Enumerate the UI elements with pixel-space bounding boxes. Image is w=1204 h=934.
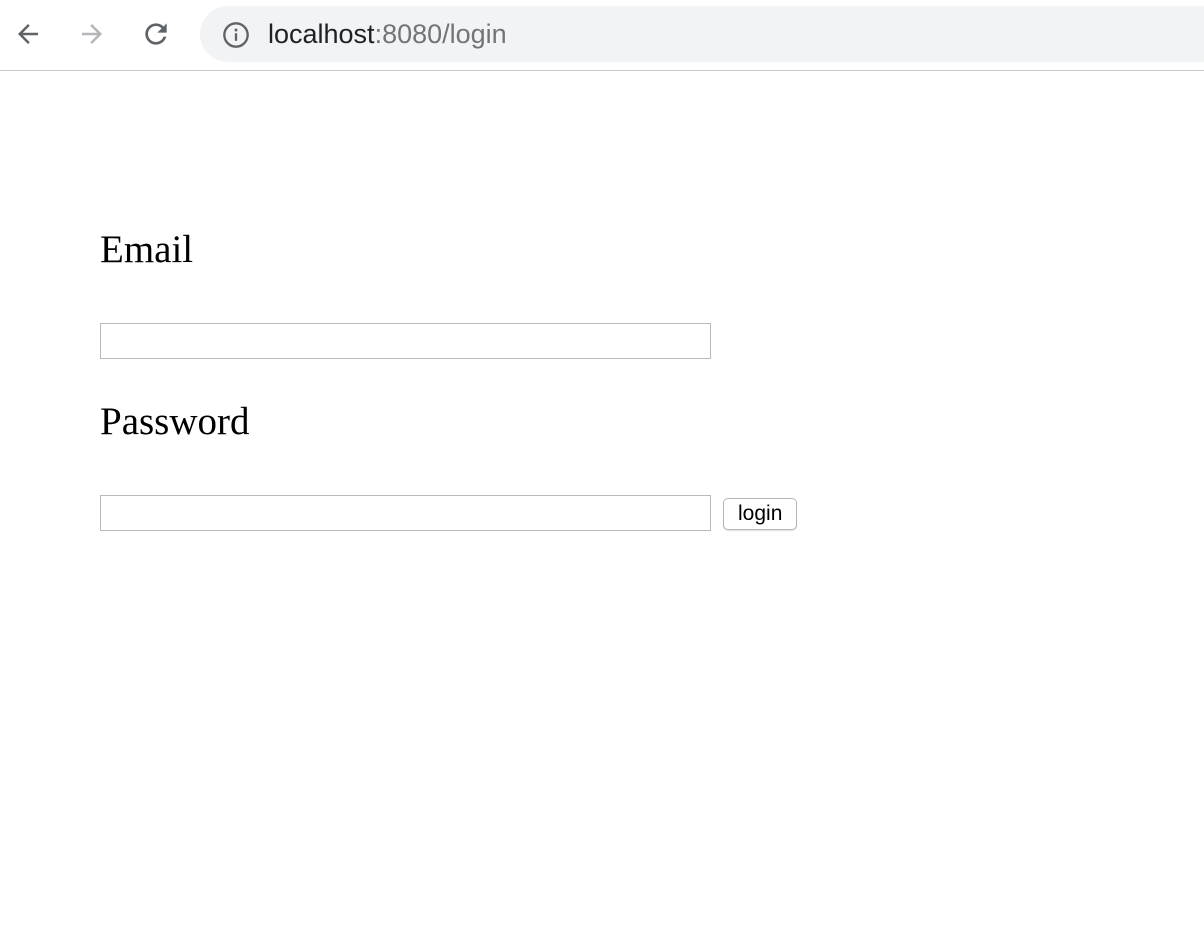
back-button[interactable] bbox=[12, 18, 44, 50]
email-label: Email bbox=[100, 228, 194, 271]
browser-toolbar: localhost:8080/login bbox=[0, 0, 1204, 71]
url-host: localhost bbox=[268, 19, 375, 49]
reload-button[interactable] bbox=[140, 18, 172, 50]
arrow-right-icon bbox=[82, 24, 102, 44]
forward-button[interactable] bbox=[76, 18, 108, 50]
email-field[interactable] bbox=[100, 323, 711, 359]
address-bar[interactable]: localhost:8080/login bbox=[200, 6, 1204, 62]
password-label: Password bbox=[100, 400, 250, 443]
password-field[interactable] bbox=[100, 495, 711, 531]
login-button[interactable]: login bbox=[723, 498, 798, 530]
reload-icon bbox=[145, 23, 167, 45]
login-page: Email Password login bbox=[0, 72, 1204, 934]
url-text[interactable]: localhost:8080/login bbox=[268, 18, 507, 50]
info-circle-icon[interactable] bbox=[222, 21, 250, 49]
arrow-left-icon bbox=[18, 24, 38, 44]
url-path: :8080/login bbox=[374, 19, 507, 49]
